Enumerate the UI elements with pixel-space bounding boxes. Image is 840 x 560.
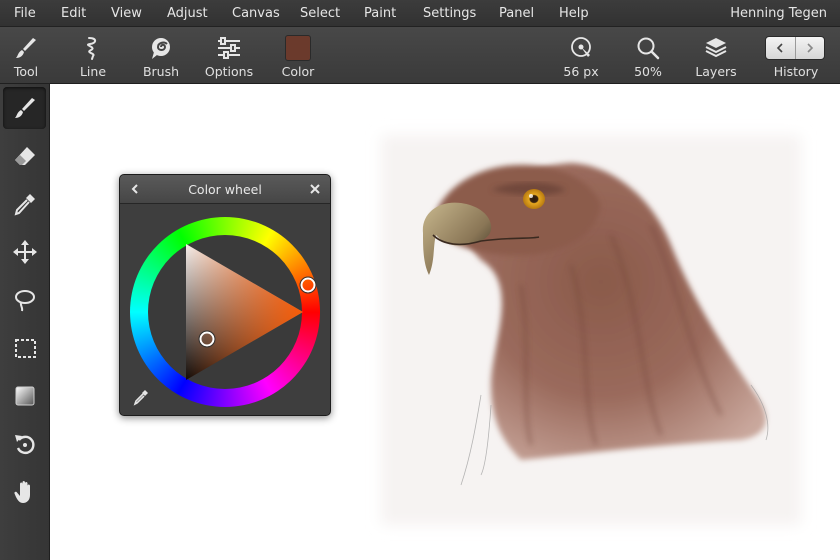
line-label: Line [79, 64, 107, 79]
layers-button[interactable]: Layers [690, 27, 742, 84]
menu-select[interactable]: Select [300, 6, 340, 21]
color-swatch [285, 35, 311, 61]
eraser-icon [14, 147, 35, 165]
menu-canvas[interactable]: Canvas [232, 6, 280, 21]
sliders-icon [216, 35, 242, 61]
menu-file[interactable]: File [14, 6, 36, 21]
menu-bar: File Edit View Adjust Canvas Select Pain… [0, 0, 840, 27]
hand-icon [13, 481, 30, 503]
move-icon [12, 240, 37, 264]
brush-button[interactable]: Brush [135, 27, 187, 84]
undo-button[interactable] [766, 37, 795, 59]
panel-body [120, 204, 330, 415]
eyedropper-icon[interactable] [132, 388, 150, 406]
brush-spiral-icon [148, 35, 174, 61]
saturation-value-triangle[interactable] [120, 204, 330, 415]
panel-title: Color wheel [188, 182, 262, 197]
panel-header: Color wheel [120, 175, 330, 204]
history-label: History [773, 64, 819, 79]
redo-button[interactable] [794, 37, 825, 59]
color-label: Color [281, 64, 315, 79]
marquee-tool-button[interactable] [3, 327, 46, 369]
brush-label: Brush [142, 64, 180, 79]
zoom-label: 50% [634, 64, 662, 79]
menu-settings[interactable]: Settings [423, 6, 476, 21]
brush-size-icon [568, 35, 594, 61]
brush-tool-button[interactable] [3, 87, 46, 129]
hue-handle[interactable] [300, 277, 316, 293]
chevron-left-icon [777, 43, 783, 53]
chevron-right-icon [807, 43, 813, 53]
zoom-button[interactable]: 50% [622, 27, 674, 84]
rotate-tool-button[interactable] [3, 423, 46, 465]
brush-icon [13, 35, 39, 61]
squiggle-line-icon [80, 35, 106, 61]
menu-paint[interactable]: Paint [364, 6, 396, 21]
close-icon[interactable] [308, 182, 322, 196]
hand-tool-button[interactable] [3, 471, 46, 513]
eyedropper-icon [14, 194, 35, 216]
toolbar: Tool Line Brush Options Color 56 px 50% [0, 27, 840, 84]
gradient-icon [15, 386, 34, 406]
rotate-icon [14, 435, 34, 455]
menu-panel[interactable]: Panel [499, 6, 534, 21]
menu-adjust[interactable]: Adjust [167, 6, 208, 21]
brush-size-label: 56 px [563, 64, 599, 79]
lasso-tool-button[interactable] [3, 279, 46, 321]
line-button[interactable]: Line [67, 27, 119, 84]
tool-button[interactable]: Tool [0, 27, 52, 84]
layers-icon [703, 35, 729, 61]
color-wheel-panel: Color wheel [119, 174, 331, 416]
eraser-tool-button[interactable] [3, 135, 46, 177]
history-segment [765, 36, 825, 60]
move-tool-button[interactable] [3, 231, 46, 273]
menu-view[interactable]: View [111, 6, 142, 21]
magnifier-icon [635, 35, 661, 61]
menu-edit[interactable]: Edit [61, 6, 86, 21]
tool-label: Tool [13, 64, 39, 79]
options-button[interactable]: Options [200, 27, 258, 84]
rectangle-select-icon [14, 339, 36, 358]
brush-icon [14, 98, 35, 118]
layers-label: Layers [695, 64, 737, 79]
left-toolbar [0, 84, 50, 560]
color-button[interactable]: Color [272, 27, 324, 84]
menu-help[interactable]: Help [559, 6, 589, 21]
user-name[interactable]: Henning Tegen [730, 6, 827, 21]
gradient-tool-button[interactable] [3, 375, 46, 417]
options-label: Options [204, 64, 254, 79]
history-button: History [760, 27, 832, 84]
lasso-icon [14, 290, 35, 312]
brush-size-button[interactable]: 56 px [555, 27, 607, 84]
eyedropper-tool-button[interactable] [3, 183, 46, 225]
